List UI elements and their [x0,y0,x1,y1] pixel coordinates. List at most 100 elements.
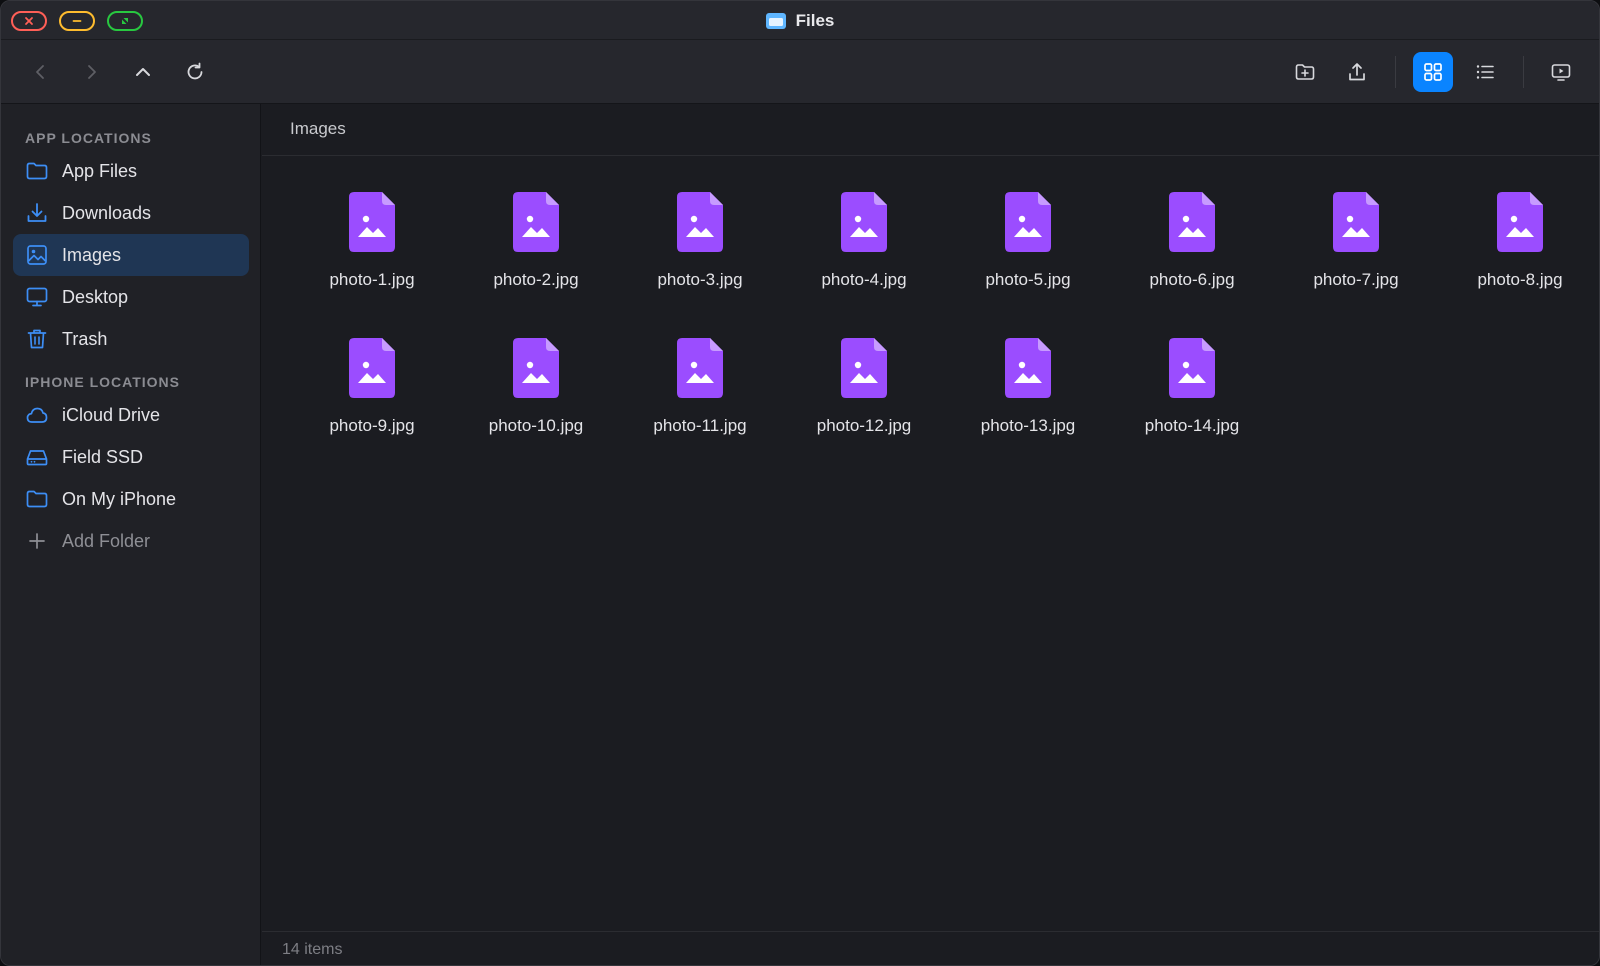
image-file-icon [349,192,395,252]
file-item[interactable]: photo-14.jpg [1110,338,1274,484]
file-name: photo-2.jpg [493,270,579,289]
share-button[interactable] [1337,52,1377,92]
cloud-icon [26,407,48,423]
image-file-icon [1005,338,1051,398]
sidebar-item-desktop[interactable]: Desktop [13,276,249,318]
section-header-iphone-locations: IPHONE LOCATIONS [25,374,180,390]
list-icon [1476,65,1494,79]
file-item[interactable]: photo-9.jpg [290,338,454,484]
download-icon [27,203,47,222]
file-item[interactable]: photo-4.jpg [782,192,946,338]
sidebar-item-icloud-drive[interactable]: iCloud Drive [13,394,249,436]
sidebar-item-label: Add Folder [62,531,151,551]
file-name: photo-9.jpg [329,416,415,435]
chevron-up-icon [136,68,150,76]
image-file-icon [841,192,887,252]
grid-icon [1424,63,1442,81]
file-name: photo-7.jpg [1313,270,1399,289]
new-folder-button[interactable] [1285,52,1325,92]
file-name: photo-3.jpg [657,270,743,289]
sidebar-item-field-ssd[interactable]: Field SSD [13,436,249,478]
file-item[interactable]: photo-13.jpg [946,338,1110,484]
list-view-button[interactable] [1465,52,1505,92]
image-file-icon [677,338,723,398]
file-name: photo-11.jpg [653,416,747,435]
file-item[interactable]: photo-11.jpg [618,338,782,484]
preview-icon [1551,64,1571,81]
chevron-right-icon [88,65,96,79]
file-item[interactable]: photo-5.jpg [946,192,1110,338]
toolbar [1,40,1599,104]
title-bar: Files [1,1,1599,40]
image-file-icon [1169,338,1215,398]
sidebar: APP LOCATIONS App Files Downloads Images… [1,104,261,965]
main-content: Images photo-1.jpg photo-2.jpg photo-3.j… [262,104,1599,965]
file-name: photo-5.jpg [985,270,1071,289]
image-icon [27,245,47,265]
share-icon [1349,63,1365,81]
plus-icon [29,533,45,549]
sidebar-item-downloads[interactable]: Downloads [13,192,249,234]
file-name: photo-14.jpg [1144,416,1240,435]
sidebar-item-label: Downloads [62,203,152,223]
section-header-app-locations: APP LOCATIONS [25,130,152,146]
file-name: photo-6.jpg [1149,270,1235,289]
sidebar-item-label: Trash [62,329,108,349]
sidebar-item-label: iCloud Drive [62,405,161,425]
window-title: Files [1,1,1599,40]
breadcrumb-current[interactable]: Images [290,104,346,154]
sidebar-item-label: Desktop [62,287,129,307]
forward-button[interactable] [71,52,111,92]
file-item[interactable]: photo-3.jpg [618,192,782,338]
sidebar-item-label: Field SSD [62,447,144,467]
preview-button[interactable] [1541,52,1581,92]
refresh-icon [187,62,203,80]
grid-view-button[interactable] [1413,52,1453,92]
file-item[interactable]: photo-8.jpg [1438,192,1599,338]
up-button[interactable] [123,52,163,92]
file-item[interactable]: photo-12.jpg [782,338,946,484]
file-item[interactable]: photo-7.jpg [1274,192,1438,338]
file-name: photo-8.jpg [1477,270,1563,289]
image-file-icon [1169,192,1215,252]
file-name: photo-10.jpg [488,416,584,435]
folder-app-icon [765,12,786,29]
chevron-left-icon [36,65,44,79]
file-name: photo-1.jpg [329,270,415,289]
folder-icon [26,162,48,180]
image-file-icon [513,192,559,252]
file-name: photo-12.jpg [816,416,912,435]
sidebar-item-app-files[interactable]: App Files [13,150,249,192]
file-item[interactable]: photo-10.jpg [454,338,618,484]
image-file-icon [841,338,887,398]
image-file-icon [1333,192,1379,252]
drive-icon [26,450,48,466]
image-file-icon [677,192,723,252]
sidebar-item-label: Images [62,245,122,265]
desktop-icon [26,287,48,307]
toolbar-separator [1395,56,1396,88]
file-name: photo-4.jpg [821,270,907,289]
sidebar-item-label: App Files [62,161,138,181]
image-file-icon [1497,192,1543,252]
sidebar-item-trash[interactable]: Trash [13,318,249,360]
back-button[interactable] [21,52,61,92]
file-item[interactable]: photo-1.jpg [290,192,454,338]
file-item[interactable]: photo-2.jpg [454,192,618,338]
image-file-icon [513,338,559,398]
breadcrumb: Images [262,104,1599,156]
sidebar-item-images[interactable]: Images [13,234,249,276]
trash-icon [27,329,47,349]
file-item[interactable]: photo-6.jpg [1110,192,1274,338]
sidebar-item-on-my-iphone[interactable]: On My iPhone [13,478,249,520]
item-count: 14 items [282,941,343,958]
toolbar-separator [1523,56,1524,88]
image-file-icon [1005,192,1051,252]
folder-plus-icon [1295,64,1315,80]
folder-icon [26,490,48,508]
status-bar: 14 items [262,931,1599,965]
file-grid: photo-1.jpg photo-2.jpg photo-3.jpg phot… [290,192,1599,484]
image-file-icon [349,338,395,398]
refresh-button[interactable] [175,52,215,92]
sidebar-item-add-folder[interactable]: Add Folder [13,520,249,562]
